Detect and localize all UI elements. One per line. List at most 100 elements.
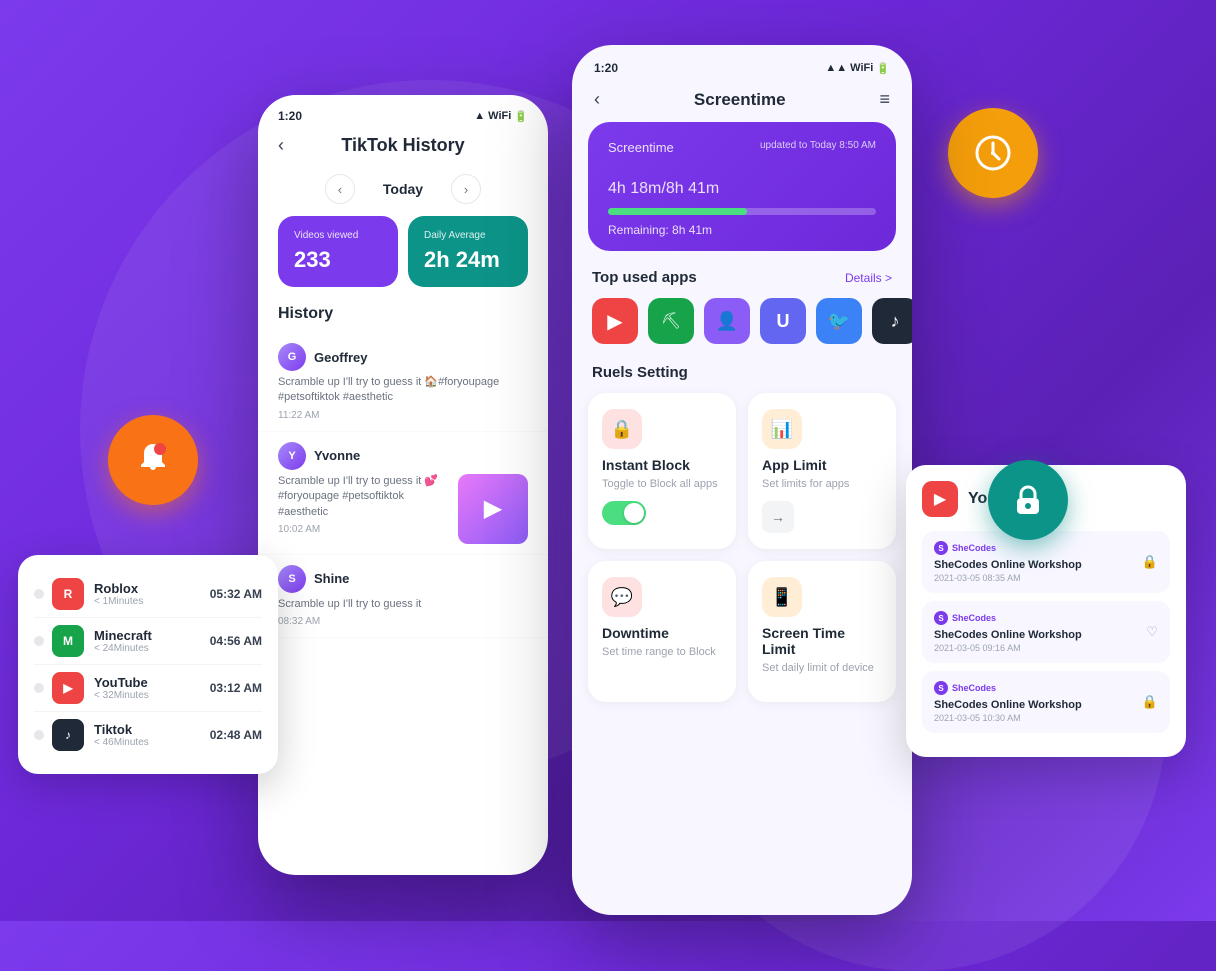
history-text: Scramble up I'll try to guess it 💕 #fory…: [278, 474, 450, 520]
user-avatar: G: [278, 343, 306, 371]
phone2-status: 1:20 ▲▲ WiFi 🔋: [572, 45, 912, 83]
app-icon-twitter[interactable]: 🐦: [816, 298, 862, 344]
app-icon-ghost[interactable]: 👤: [704, 298, 750, 344]
videos-label: Videos viewed: [294, 230, 382, 241]
phone1-status: 1:20 ▲ WiFi 🔋: [258, 95, 548, 129]
nav-today: Today: [367, 181, 439, 197]
clock-icon: [971, 131, 1015, 175]
roblox-time: 05:32 AM: [210, 587, 262, 601]
prev-arrow[interactable]: ‹: [325, 174, 355, 204]
daily-stat: Daily Average 2h 24m: [408, 216, 528, 287]
phone1-nav: ‹ Today ›: [258, 168, 548, 216]
history-user: G Geoffrey: [278, 343, 528, 371]
phone1-header: ‹ TikTok History: [258, 129, 548, 168]
user-name: Shine: [314, 571, 349, 586]
usage-row: ♪ Tiktok < 46Minutes 02:48 AM: [34, 712, 262, 758]
app-limit-arrow[interactable]: →: [762, 501, 794, 533]
sc-label: Screentime: [608, 140, 674, 155]
phone1-back-button[interactable]: ‹: [278, 135, 284, 156]
app-limit-card[interactable]: 📊 App Limit Set limits for apps →: [748, 393, 896, 549]
minecraft-name: Minecraft: [94, 628, 210, 643]
tiktok-name: Tiktok: [94, 722, 210, 737]
youtube-time: 03:12 AM: [210, 681, 262, 695]
screen-time-icon-wrap: 📱: [762, 577, 802, 617]
app-icon-tiktok[interactable]: ♪: [872, 298, 912, 344]
yt-badge-dot: S: [934, 681, 948, 695]
yt-badge-dot: S: [934, 541, 948, 555]
yt-item-left: S SheCodes SheCodes Online Workshop 2021…: [934, 611, 1082, 653]
toggle-thumb: [624, 503, 644, 523]
app-icon-minecraft[interactable]: ⛏: [648, 298, 694, 344]
sc-header-row: Screentime updated to Today 8:50 AM: [608, 140, 876, 155]
youtube-name: YouTube: [94, 675, 210, 690]
downtime-card[interactable]: 💬 Downtime Set time range to Block: [588, 561, 736, 701]
usage-dot: [34, 683, 44, 693]
user-avatar: Y: [278, 442, 306, 470]
tiktok-icon: ♪: [52, 719, 84, 751]
top-apps-details-link[interactable]: Details >: [845, 271, 892, 285]
yt-workshop: SheCodes Online Workshop: [934, 629, 1082, 641]
history-time: 08:32 AM: [278, 616, 528, 627]
downtime-icon: 💬: [611, 587, 633, 608]
downtime-name: Downtime: [602, 625, 722, 641]
usage-row: M Minecraft < 24Minutes 04:56 AM: [34, 618, 262, 665]
tiktok-time: 02:48 AM: [210, 728, 262, 742]
app-icon-youtube[interactable]: ▶: [592, 298, 638, 344]
phone2-back-button[interactable]: ‹: [594, 89, 600, 110]
yt-workshop: SheCodes Online Workshop: [934, 559, 1082, 571]
phone1-tiktok: 1:20 ▲ WiFi 🔋 ‹ TikTok History ‹ Today ›…: [258, 95, 548, 875]
yt-lock-icon: 🔒: [1142, 554, 1158, 570]
yt-badge: S SheCodes: [934, 541, 1082, 555]
yt-item-left: S SheCodes SheCodes Online Workshop 2021…: [934, 681, 1082, 723]
phone2-menu-button[interactable]: ≡: [879, 89, 890, 110]
history-time: 11:22 AM: [278, 410, 528, 421]
sc-updated: updated to Today 8:50 AM: [760, 140, 876, 151]
usage-card: R Roblox < 1Minutes 05:32 AM M Minecraft…: [18, 555, 278, 774]
clock-badge: [948, 108, 1038, 198]
usage-dot: [34, 730, 44, 740]
yt-badge-dot: S: [934, 611, 948, 625]
history-item: S Shine Scramble up I'll try to guess it…: [258, 555, 548, 638]
app-limit-icon: 📊: [771, 419, 793, 440]
status-icons: ▲▲ WiFi 🔋: [825, 62, 890, 75]
instant-block-toggle[interactable]: [602, 501, 646, 525]
next-arrow[interactable]: ›: [451, 174, 481, 204]
instant-block-icon-wrap: 🔒: [602, 409, 642, 449]
roblox-name: Roblox: [94, 581, 210, 596]
instant-block-desc: Toggle to Block all apps: [602, 477, 722, 491]
rules-grid: 🔒 Instant Block Toggle to Block all apps…: [572, 393, 912, 714]
daily-value: 2h 24m: [424, 247, 512, 273]
screen-time-limit-card[interactable]: 📱 Screen Time Limit Set daily limit of d…: [748, 561, 896, 701]
usage-row: R Roblox < 1Minutes 05:32 AM: [34, 571, 262, 618]
sc-remaining: Remaining: 8h 41m: [608, 223, 876, 237]
instant-block-icon: 🔒: [611, 419, 633, 440]
history-title: History: [258, 301, 548, 333]
instant-block-card[interactable]: 🔒 Instant Block Toggle to Block all apps: [588, 393, 736, 549]
yt-badge: S SheCodes: [934, 681, 1082, 695]
status-icons: ▲ WiFi 🔋: [474, 110, 528, 123]
yt-date: 2021-03-05 10:30 AM: [934, 713, 1082, 723]
tiktok-sub: < 46Minutes: [94, 737, 210, 748]
yt-item: S SheCodes SheCodes Online Workshop 2021…: [922, 671, 1170, 733]
phone1-title: TikTok History: [341, 135, 464, 156]
video-thumbnail: ▶: [458, 474, 528, 544]
sc-progress-bar: [608, 208, 876, 215]
history-item: Y Yvonne Scramble up I'll try to guess i…: [258, 432, 548, 555]
history-user: S Shine: [278, 565, 528, 593]
yt-lock-icon-2: 🔒: [1142, 694, 1158, 710]
screentime-card: Screentime updated to Today 8:50 AM 4h 1…: [588, 122, 896, 251]
downtime-desc: Set time range to Block: [602, 645, 722, 659]
history-user: Y Yvonne: [278, 442, 528, 470]
history-item: G Geoffrey Scramble up I'll try to guess…: [258, 333, 548, 432]
screen-time-icon: 📱: [771, 587, 793, 608]
rules-title: Ruels Setting: [572, 360, 912, 393]
yt-workshop: SheCodes Online Workshop: [934, 699, 1082, 711]
phone1-time: 1:20: [278, 109, 302, 123]
minecraft-icon: M: [52, 625, 84, 657]
history-time: 10:02 AM: [278, 524, 450, 535]
yt-heart-icon: ♡: [1146, 624, 1158, 640]
app-icon-u[interactable]: U: [760, 298, 806, 344]
yt-date: 2021-03-05 09:16 AM: [934, 643, 1082, 653]
yt-badge: S SheCodes: [934, 611, 1082, 625]
downtime-icon-wrap: 💬: [602, 577, 642, 617]
